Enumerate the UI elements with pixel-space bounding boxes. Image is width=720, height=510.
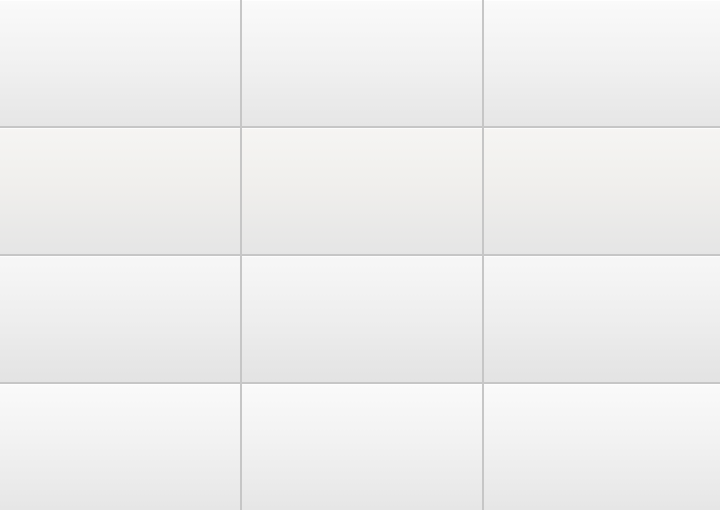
- grid-tile-r1c1[interactable]: [0, 0, 240, 126]
- grid-tile-r4c1[interactable]: [0, 384, 240, 510]
- grid-tile-r3c1[interactable]: [0, 256, 240, 382]
- grid-tile-r4c2[interactable]: [242, 384, 482, 510]
- tile-grid: [0, 0, 720, 510]
- grid-tile-r3c2[interactable]: [242, 256, 482, 382]
- grid-tile-r1c2[interactable]: [242, 0, 482, 126]
- grid-tile-r2c3[interactable]: [484, 128, 720, 254]
- grid-tile-r3c3[interactable]: [484, 256, 720, 382]
- grid-tile-r2c2[interactable]: [242, 128, 482, 254]
- grid-tile-r4c3[interactable]: [484, 384, 720, 510]
- grid-tile-r2c1[interactable]: [0, 128, 240, 254]
- grid-tile-r1c3[interactable]: [484, 0, 720, 126]
